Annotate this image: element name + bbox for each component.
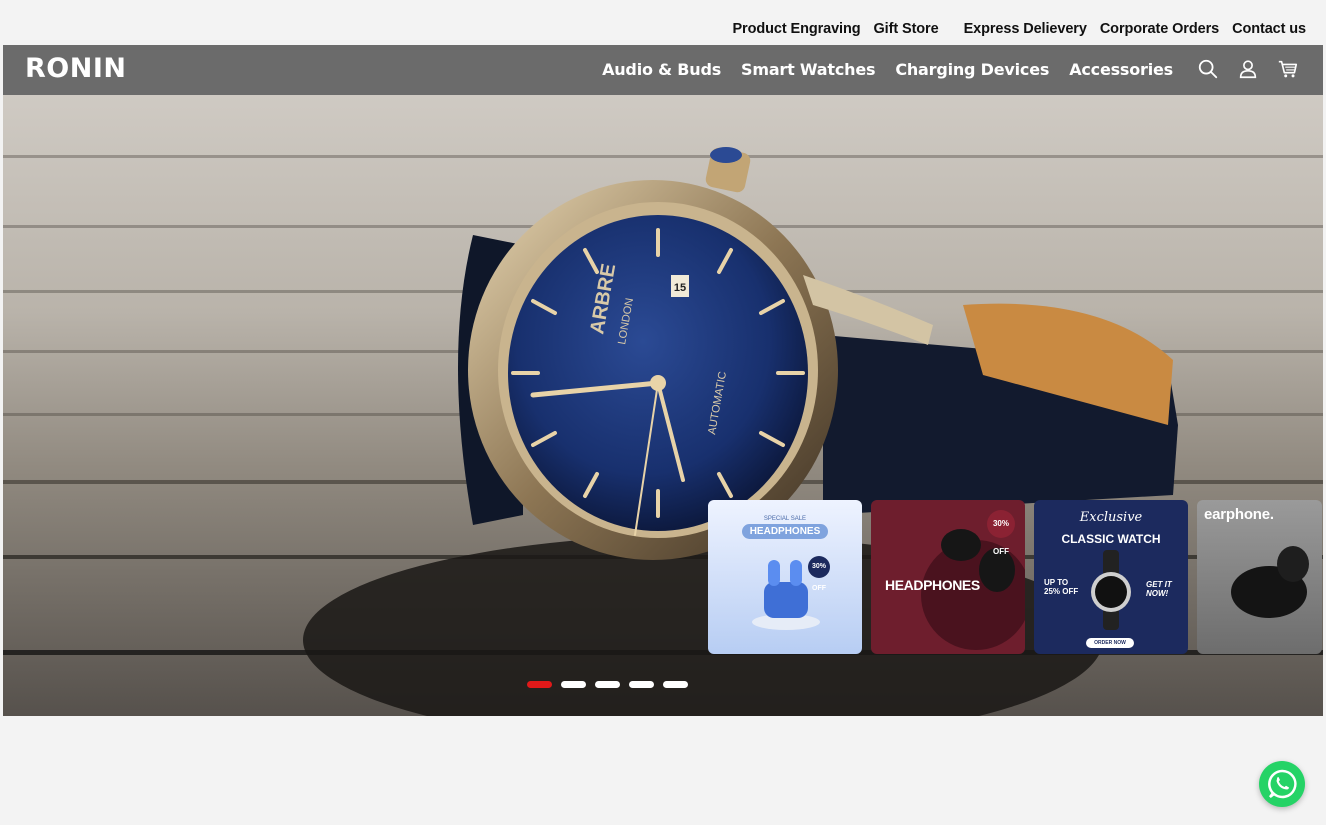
search-icon[interactable] [1197,57,1219,81]
promo-card-classic-watch[interactable]: Exclusive CLASSIC WATCH UP TO 25% OFF GE… [1034,500,1188,654]
promo-cta: GET IT NOW! [1146,580,1172,598]
promo-discount-badge: 30% OFF [987,510,1015,556]
gift-store-link[interactable]: Gift Store [874,21,939,37]
carousel-dot[interactable] [527,681,552,688]
nav-accessories[interactable]: Accessories [1069,60,1173,79]
nav-audio-buds[interactable]: Audio & Buds [602,60,721,79]
carousel-dot[interactable] [629,681,654,688]
carousel-dots [527,681,688,688]
promo-card-headphones-sale[interactable]: SPECIAL SALE HEADPHONES 30% OFF [708,500,862,654]
contact-us-link[interactable]: Contact us [1232,21,1306,37]
promo-card-headphones-dark[interactable]: 30% OFF HEADPHONES [871,500,1025,654]
promo-title: HEADPHONES [885,577,980,593]
nav-smart-watches[interactable]: Smart Watches [741,60,875,79]
category-nav: Audio & Buds Smart Watches Charging Devi… [602,60,1173,79]
watch-icon [1091,550,1131,630]
page: Product Engraving Gift Store Express Del… [0,0,1326,825]
promo-card-earphone[interactable]: earphone. [1197,500,1322,654]
carousel-dot[interactable] [663,681,688,688]
earphone-case-icon [1231,546,1309,618]
date-window-text: 15 [674,282,686,294]
hero-banner[interactable]: 15 ARBRE LONDON AUTOMATIC SPECIAL SALE H… [3,95,1323,716]
promo-discount: UP TO 25% OFF [1044,578,1079,596]
cart-icon[interactable] [1277,57,1299,81]
order-now-button[interactable]: ORDER NOW [1086,638,1134,648]
user-icon[interactable] [1237,57,1259,81]
utility-links: Product Engraving Gift Store Express Del… [732,21,1306,37]
whatsapp-button[interactable] [1259,761,1305,807]
whatsapp-icon [1268,769,1297,799]
promo-discount-badge: 30% OFF [808,556,830,592]
carousel-dot[interactable] [595,681,620,688]
nav-icons [1197,57,1299,81]
product-engraving-link[interactable]: Product Engraving [732,21,860,37]
utility-bar: Product Engraving Gift Store Express Del… [0,0,1326,45]
express-delivery-link[interactable]: Express Delievery [964,21,1087,37]
earbuds-case-icon [752,560,820,630]
nav-charging-devices[interactable]: Charging Devices [895,60,1049,79]
carousel-dot[interactable] [561,681,586,688]
brand-logo[interactable]: RONIN [25,53,126,84]
promo-cards: SPECIAL SALE HEADPHONES 30% OFF 30% OFF [708,500,1322,654]
corporate-orders-link[interactable]: Corporate Orders [1100,21,1219,37]
main-navbar: RONIN Audio & Buds Smart Watches Chargin… [3,45,1323,95]
